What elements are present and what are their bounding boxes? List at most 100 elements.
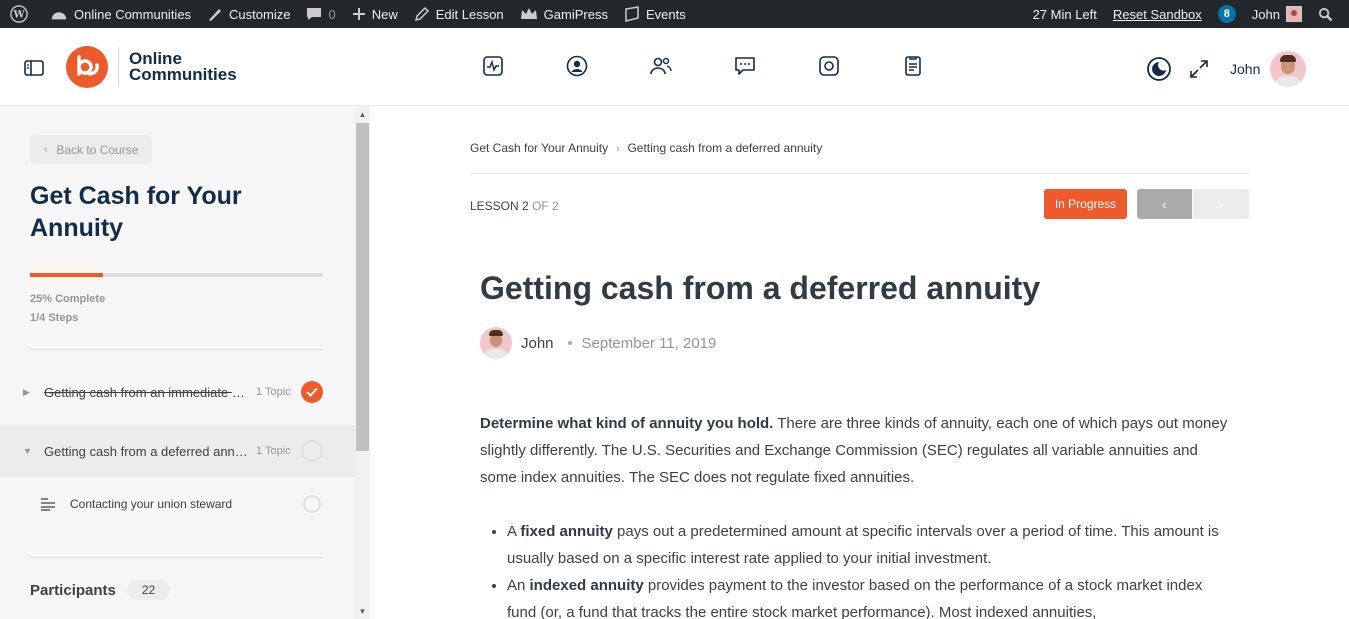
plus-icon — [352, 8, 365, 20]
edit-lesson-menu[interactable]: Edit Lesson — [406, 0, 512, 28]
sidebar-divider — [30, 349, 323, 350]
gamipress-menu[interactable]: GamiPress — [512, 0, 616, 28]
messages-icon[interactable] — [733, 54, 757, 78]
site-logo[interactable]: Online Communities — [66, 46, 237, 88]
sidebar-divider — [30, 557, 323, 558]
svg-text:W: W — [12, 10, 25, 21]
lesson-item-active[interactable]: ▼ Getting cash from a deferred annuity 1… — [0, 425, 355, 477]
lesson-topic-count: 1 Topic — [256, 386, 291, 398]
incomplete-circle-icon[interactable] — [301, 440, 323, 462]
customize-label: Customize — [229, 6, 291, 22]
site-header: Online Communities John — [0, 28, 1349, 106]
bullet-term: indexed annuity — [529, 577, 644, 594]
annuity-types-list: A fixed annuity pays out a predetermined… — [480, 518, 1230, 619]
mini-avatar — [1286, 6, 1302, 22]
chevron-left-icon: ‹ — [44, 144, 48, 155]
author-avatar[interactable] — [480, 327, 512, 359]
bullet-text: pays out a predetermined amount at speci… — [507, 523, 1219, 567]
lesson-number: LESSON 2 — [470, 199, 529, 213]
lesson-topic-count: 1 Topic — [256, 445, 291, 457]
breadcrumb: Get Cash for Your Annuity › Getting cash… — [470, 141, 822, 155]
header-avatar[interactable] — [1270, 51, 1307, 87]
new-content-menu[interactable]: New — [344, 0, 406, 28]
media-icon[interactable] — [817, 54, 841, 78]
my-account-menu[interactable]: John — [1244, 0, 1310, 28]
admin-bar: W Online Communities Customize 0 New Edi… — [0, 0, 1349, 28]
post-date: September 11, 2019 — [581, 334, 717, 352]
dashboard-icon — [51, 12, 67, 20]
caret-right-icon[interactable]: ▶ — [23, 387, 30, 398]
course-sidebar: ‹ Back to Course Get Cash for Your Annui… — [0, 106, 370, 619]
topic-item[interactable]: Contacting your union steward — [0, 478, 355, 530]
lesson-title[interactable]: Getting cash from an immediate annuity — [44, 385, 248, 400]
dark-mode-icon[interactable] — [1146, 56, 1172, 82]
author-meta: John September 11, 2019 — [480, 327, 716, 359]
chevron-right-icon: › — [1218, 196, 1224, 212]
events-menu[interactable]: Events — [616, 0, 694, 28]
document-icon[interactable] — [901, 54, 925, 78]
logo-text: Online Communities — [129, 50, 237, 84]
site-name-menu[interactable]: Online Communities — [42, 0, 199, 28]
topic-title[interactable]: Contacting your union steward — [70, 497, 232, 511]
lesson-title[interactable]: Getting cash from a deferred annuity — [44, 444, 248, 459]
logo-divider — [118, 47, 119, 87]
header-nav — [481, 54, 985, 78]
site-name-label: Online Communities — [74, 6, 192, 22]
customize-menu[interactable]: Customize — [199, 0, 298, 28]
bullet-prefix: An — [507, 577, 530, 594]
reset-sandbox-label: Reset Sandbox — [1112, 6, 1202, 22]
activity-icon[interactable] — [481, 54, 505, 78]
list-item: An indexed annuity provides payment to t… — [507, 572, 1230, 619]
meta-separator — [567, 341, 572, 345]
comment-icon — [307, 8, 322, 20]
logo-mark-icon — [66, 46, 108, 88]
search-menu[interactable] — [1310, 0, 1349, 28]
comments-count: 0 — [328, 6, 336, 22]
content-divider — [470, 173, 1249, 174]
account-name: John — [1251, 6, 1280, 22]
author-name[interactable]: John — [521, 335, 554, 352]
lesson-counter: LESSON 2 OF 2 — [470, 199, 559, 213]
panel-toggle-icon[interactable] — [24, 60, 44, 76]
fullscreen-icon[interactable] — [1188, 58, 1210, 80]
brush-icon — [209, 9, 222, 21]
members-icon[interactable] — [649, 54, 673, 78]
search-icon — [1318, 7, 1333, 21]
notifications-menu[interactable]: 8 — [1210, 0, 1244, 28]
incomplete-circle-icon[interactable] — [303, 495, 321, 513]
intro-bold: Determine what kind of annuity you hold. — [480, 415, 774, 432]
gamipress-label: GamiPress — [543, 6, 608, 22]
lesson-body: Determine what kind of annuity you hold.… — [480, 410, 1230, 619]
caret-down-icon[interactable]: ▼ — [23, 446, 32, 456]
reset-sandbox-link[interactable]: Reset Sandbox — [1105, 0, 1210, 28]
profile-icon[interactable] — [565, 54, 589, 78]
header-user-name[interactable]: John — [1230, 61, 1260, 77]
logo-line2: Communities — [129, 65, 237, 84]
chevron-right-icon: › — [616, 142, 620, 154]
wp-logo-menu[interactable]: W — [0, 0, 42, 28]
in-progress-button[interactable]: In Progress — [1044, 189, 1127, 219]
scroll-up-icon[interactable]: ▲ — [358, 110, 367, 119]
breadcrumb-course-link[interactable]: Get Cash for Your Annuity — [470, 141, 608, 155]
previous-lesson-button[interactable]: ‹ — [1137, 189, 1192, 219]
intro-paragraph: Determine what kind of annuity you hold.… — [480, 410, 1230, 491]
crown-icon — [520, 8, 537, 19]
lesson-item[interactable]: ▶ Getting cash from an immediate annuity… — [0, 366, 355, 418]
chevron-left-icon: ‹ — [1162, 196, 1167, 212]
list-item: A fixed annuity pays out a predetermined… — [507, 518, 1230, 572]
back-to-course-button[interactable]: ‹ Back to Course — [30, 135, 153, 164]
events-icon — [625, 6, 639, 22]
scroll-down-icon[interactable]: ▼ — [358, 607, 367, 616]
scrollbar-thumb[interactable] — [356, 123, 369, 451]
course-title[interactable]: Get Cash for Your Annuity — [30, 180, 330, 244]
topic-list-icon — [41, 498, 55, 511]
breadcrumb-current: Getting cash from a deferred annuity — [627, 141, 823, 155]
time-left: 27 Min Left — [1025, 0, 1105, 28]
next-lesson-button[interactable]: › — [1193, 189, 1249, 219]
completed-check-icon[interactable] — [301, 381, 323, 403]
course-progress-bar — [30, 273, 323, 277]
progress-steps: 1/4 Steps — [30, 312, 79, 324]
events-label: Events — [645, 6, 686, 22]
comments-menu[interactable]: 0 — [298, 0, 343, 28]
sidebar-scrollbar[interactable]: ▲ ▼ — [355, 106, 370, 619]
